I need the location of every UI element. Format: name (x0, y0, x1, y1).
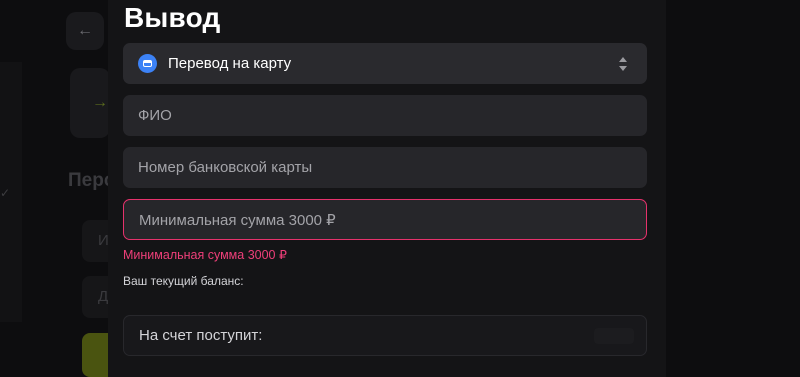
amount-placeholder: Минимальная сумма 3000 ₽ (139, 211, 336, 229)
receive-value (594, 328, 634, 344)
withdraw-modal: Вывод Перевод на карту ФИО Номер банковс… (108, 0, 666, 377)
card-number-input[interactable]: Номер банковской карты (123, 147, 647, 188)
arrow-left-icon: ← (77, 22, 93, 39)
full-name-placeholder: ФИО (138, 107, 172, 124)
modal-title: Вывод (124, 2, 221, 33)
check-icon: ✓ (0, 186, 11, 200)
withdraw-method-select[interactable]: Перевод на карту (123, 43, 647, 84)
amount-input[interactable]: Минимальная сумма 3000 ₽ (123, 199, 647, 240)
full-name-input[interactable]: ФИО (123, 95, 647, 136)
receive-label: На счет поступит: (139, 327, 263, 344)
card-number-placeholder: Номер банковской карты (138, 159, 313, 176)
balance-label: Ваш текущий баланс: (123, 274, 244, 288)
withdraw-method-value: Перевод на карту (168, 55, 292, 72)
amount-error-message: Минимальная сумма 3000 ₽ (123, 248, 287, 262)
arrow-icon: → (92, 94, 108, 111)
select-arrows-icon (619, 57, 627, 71)
credit-card-icon (138, 54, 157, 73)
back-button[interactable]: ← (66, 12, 104, 50)
background-card: → (70, 68, 110, 138)
receive-amount-field: На счет поступит: (123, 315, 647, 356)
